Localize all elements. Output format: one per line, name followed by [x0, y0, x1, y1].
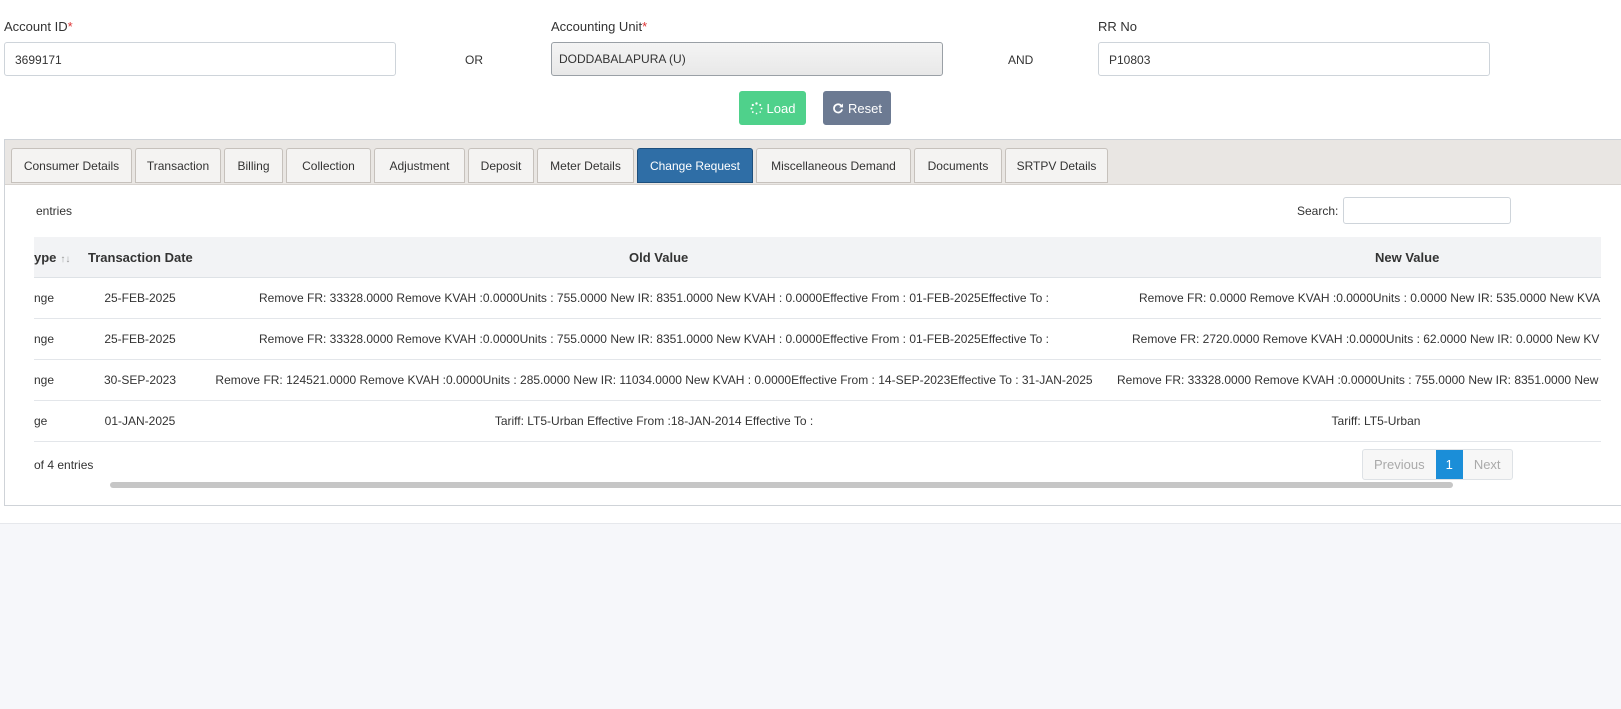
rr-no-input[interactable]: P10803: [1098, 42, 1490, 76]
column-header-new-value[interactable]: New Value: [1375, 237, 1439, 278]
previous-page-button[interactable]: Previous: [1363, 450, 1436, 479]
column-header-old-value[interactable]: Old Value: [629, 237, 688, 278]
table-header: ype ↑↓ Transaction Date Old Value New Val…: [34, 237, 1601, 278]
next-page-button[interactable]: Next: [1463, 450, 1512, 479]
cell-type: nge: [34, 332, 55, 346]
cell-transaction-date: 01-JAN-2025: [104, 414, 176, 428]
tab-change-request[interactable]: Change Request: [637, 148, 753, 183]
change-request-table: ype ↑↓ Transaction Date Old Value New Val…: [34, 237, 1601, 449]
tab-consumer-details[interactable]: Consumer Details: [11, 148, 132, 183]
tab-meter-details[interactable]: Meter Details: [537, 148, 634, 183]
reset-label: Reset: [848, 100, 882, 116]
horizontal-scrollbar[interactable]: [110, 482, 1453, 488]
load-button[interactable]: Load: [739, 91, 806, 125]
tab-deposit[interactable]: Deposit: [468, 148, 534, 183]
cell-transaction-date: 30-SEP-2023: [103, 373, 177, 387]
sort-icon: ↑↓: [60, 254, 71, 265]
cell-new-value: Tariff: LT5-Urban: [1331, 414, 1421, 428]
entries-length-label: entries: [36, 204, 73, 218]
search-label: Search:: [1297, 204, 1339, 218]
table-row: nge 25-FEB-2025 Remove FR: 33328.0000 Re…: [34, 278, 1601, 319]
and-label: AND: [1008, 53, 1034, 67]
reset-button[interactable]: Reset: [823, 91, 891, 125]
search-input[interactable]: [1343, 197, 1511, 224]
page-1-button[interactable]: 1: [1435, 450, 1463, 479]
table-row: ge 01-JAN-2025 Tariff: LT5-Urban Effecti…: [34, 401, 1601, 442]
rr-no-label: RR No: [1098, 19, 1138, 34]
tab-miscellaneous-demand[interactable]: Miscellaneous Demand: [756, 148, 911, 183]
load-label: Load: [766, 100, 796, 116]
tab-bar: Consumer Details Transaction Billing Col…: [5, 140, 1621, 185]
column-header-type[interactable]: ype ↑↓: [34, 237, 70, 278]
cell-transaction-date: 25-FEB-2025: [104, 291, 176, 305]
account-id-input[interactable]: 3699171: [4, 42, 396, 76]
cell-new-value: Remove FR: 2720.0000 Remove KVAH :0.0000…: [1132, 332, 1600, 346]
tab-documents[interactable]: Documents: [914, 148, 1002, 183]
table-info: of 4 entries: [34, 458, 94, 472]
cell-old-value: Remove FR: 33328.0000 Remove KVAH :0.000…: [259, 332, 1049, 346]
cell-old-value: Tariff: LT5-Urban Effective From :18-JAN…: [494, 414, 814, 428]
tab-billing[interactable]: Billing: [224, 148, 283, 183]
table-row: nge 30-SEP-2023 Remove FR: 124521.0000 R…: [34, 360, 1601, 401]
cell-old-value: Remove FR: 124521.0000 Remove KVAH :0.00…: [215, 373, 1093, 387]
cell-old-value: Remove FR: 33328.0000 Remove KVAH :0.000…: [259, 291, 1049, 305]
table-row: nge 25-FEB-2025 Remove FR: 33328.0000 Re…: [34, 319, 1601, 360]
tab-transaction[interactable]: Transaction: [135, 148, 221, 183]
cell-type: nge: [34, 373, 55, 387]
cell-new-value: Remove FR: 0.0000 Remove KVAH :0.0000Uni…: [1139, 291, 1601, 305]
tab-collection[interactable]: Collection: [286, 148, 371, 183]
details-panel: Consumer Details Transaction Billing Col…: [4, 139, 1621, 506]
spinner-icon: [749, 101, 762, 114]
tab-srtpv-details[interactable]: SRTPV Details: [1005, 148, 1108, 183]
cell-type: nge: [34, 291, 55, 305]
accounting-unit-select[interactable]: DODDABALAPURA (U): [551, 42, 943, 76]
tab-adjustment[interactable]: Adjustment: [374, 148, 465, 183]
column-header-transaction-date[interactable]: Transaction Date: [88, 237, 193, 278]
cell-transaction-date: 25-FEB-2025: [104, 332, 176, 346]
pagination: Previous 1 Next: [1362, 449, 1513, 480]
cell-new-value: Remove FR: 33328.0000 Remove KVAH :0.000…: [1117, 373, 1599, 387]
search-section: Account ID* 3699171 OR Accounting Unit* …: [0, 0, 1621, 524]
account-id-label: Account ID*: [4, 19, 73, 34]
cell-type: ge: [34, 414, 48, 428]
accounting-unit-label: Accounting Unit*: [551, 19, 648, 34]
refresh-icon: [833, 103, 843, 114]
or-label: OR: [465, 53, 483, 67]
